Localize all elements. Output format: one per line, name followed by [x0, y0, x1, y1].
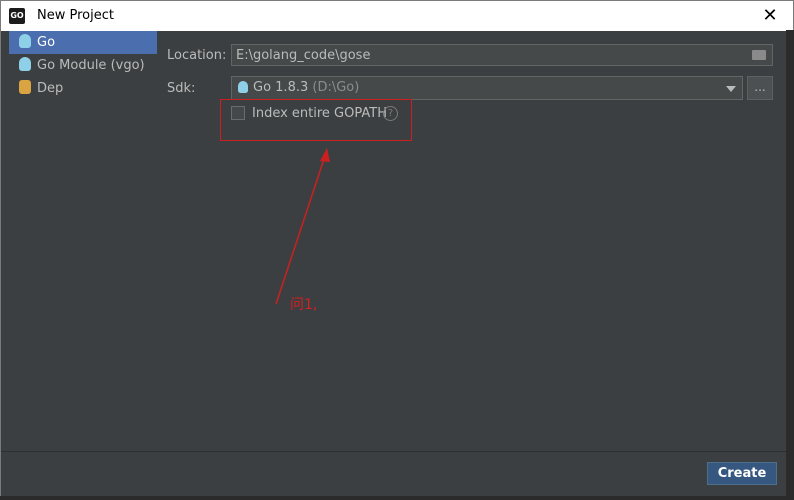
annotation-arrow-line — [275, 155, 326, 305]
annotation-text: 问1, — [290, 297, 318, 313]
annotation-arrow-head — [320, 148, 330, 162]
annotation-arrow — [275, 148, 330, 305]
